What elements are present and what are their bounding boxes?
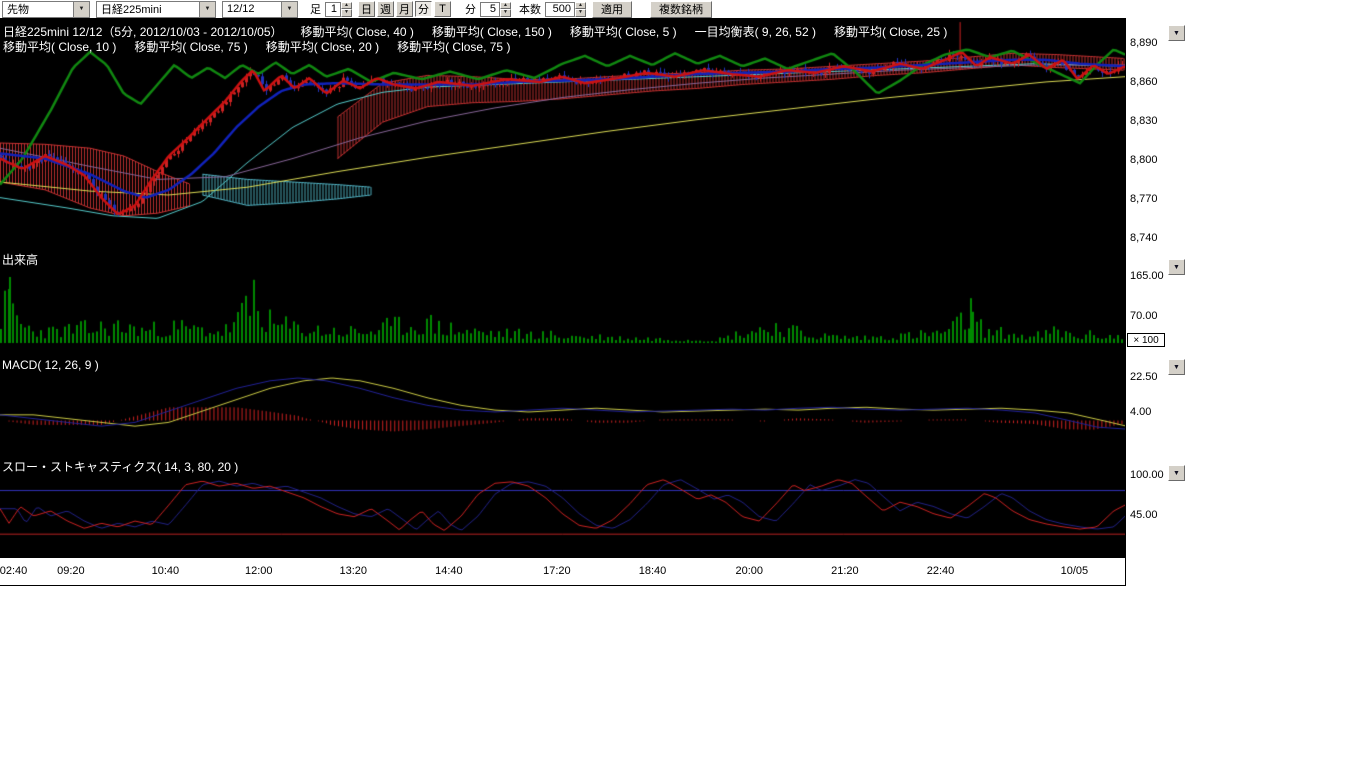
stoch-axis-label: 45.00: [1130, 509, 1158, 521]
time-label: 17:20: [543, 565, 571, 577]
minutes-label: 分: [465, 1, 476, 17]
spinner-icon[interactable]: ▲▼: [500, 2, 511, 17]
time-label: 12:00: [245, 565, 273, 577]
panel-menu-dropdown-button[interactable]: ▼: [1168, 359, 1185, 375]
time-label: 09:20: [57, 565, 85, 577]
value-axis-column: × 100 8,890 8,860 8,830 8,800 8,770 8,740 165.…: [1126, 18, 1188, 586]
volume-panel-title: 出来高: [2, 251, 38, 268]
time-label: 18:40: [639, 565, 667, 577]
price-chart-canvas[interactable]: [0, 18, 1125, 558]
dropdown-arrow-icon[interactable]: ▼: [73, 2, 89, 17]
indicator-label: 移動平均( Close, 75 ): [134, 40, 247, 54]
stoch-panel-title: スロー・ストキャスティクス( 14, 3, 80, 20 ): [2, 458, 238, 475]
spinner-icon[interactable]: ▲▼: [341, 2, 352, 17]
time-label: 14:40: [435, 565, 463, 577]
dropdown-arrow-icon[interactable]: ▼: [281, 2, 297, 17]
toolbar: 先物 ▼ 日経225mini ▼ 12/12 ▼ 足 1 ▲▼ 日週月分T 分 …: [0, 0, 1366, 18]
macd-panel-title: MACD( 12, 26, 9 ): [2, 358, 99, 372]
date-select[interactable]: 12/12 ▼: [222, 1, 298, 18]
time-label: 20:00: [735, 565, 763, 577]
minutes-stepper[interactable]: 5 ▲▼: [480, 1, 511, 18]
dropdown-arrow-icon[interactable]: ▼: [199, 2, 215, 17]
price-axis-label: 8,860: [1130, 76, 1158, 88]
bars-label: 本数: [519, 1, 541, 17]
chart-panel: 日経225mini 12/12（5分, 2012/10/03 - 2012/10…: [0, 18, 1126, 586]
indicator-label: 移動平均( Close, 40 ): [301, 25, 414, 39]
indicator-label: 一目均衡表( 9, 26, 52 ): [695, 25, 816, 39]
period-button-group: 日週月分T: [358, 1, 453, 17]
period-button-month[interactable]: 月: [396, 1, 413, 17]
time-axis: 02:40 09:20 10:40 12:00 13:20 14:40 17:20 18:40…: [0, 558, 1125, 586]
indicator-label: 移動平均( Close, 25 ): [834, 25, 947, 39]
indicator-label: 移動平均( Close, 5 ): [570, 25, 677, 39]
price-axis-label: 8,800: [1130, 154, 1158, 166]
ashi-label: 足: [310, 1, 321, 17]
indicator-label: 移動平均( Close, 10 ): [3, 40, 116, 54]
indicator-label: 移動平均( Close, 75 ): [397, 40, 510, 54]
symbol-value: 日経225mini: [97, 2, 199, 17]
price-axis-label: 8,890: [1130, 37, 1158, 49]
macd-axis-label: 22.50: [1130, 371, 1158, 383]
bars-stepper[interactable]: 500 ▲▼: [545, 1, 586, 18]
chart-application: 先物 ▼ 日経225mini ▼ 12/12 ▼ 足 1 ▲▼ 日週月分T 分 …: [0, 0, 1366, 768]
price-axis-label: 8,740: [1130, 232, 1158, 244]
instrument-type-value: 先物: [3, 2, 73, 17]
indicator-label: 移動平均( Close, 20 ): [266, 40, 379, 54]
interval-value: 1: [325, 2, 341, 17]
spinner-icon[interactable]: ▲▼: [575, 2, 586, 17]
stoch-axis-label: 100.00: [1130, 469, 1164, 481]
time-label: 10:40: [152, 565, 180, 577]
symbol-select[interactable]: 日経225mini ▼: [96, 1, 216, 18]
instrument-type-select[interactable]: 先物 ▼: [2, 1, 90, 18]
price-axis-label: 8,830: [1130, 115, 1158, 127]
volume-axis-label: 165.00: [1130, 270, 1164, 282]
interval-stepper[interactable]: 1 ▲▼: [325, 1, 352, 18]
period-button-day[interactable]: 日: [358, 1, 375, 17]
time-label: 02:40: [0, 565, 27, 577]
apply-button[interactable]: 適用: [592, 1, 632, 18]
bars-value: 500: [545, 2, 575, 17]
period-button-minute[interactable]: 分: [415, 1, 432, 17]
macd-axis-label: 4.00: [1130, 406, 1151, 418]
time-label: 13:20: [339, 565, 367, 577]
period-button-tick[interactable]: T: [434, 1, 451, 17]
panel-menu-dropdown-button[interactable]: ▼: [1168, 259, 1185, 275]
volume-axis-label: 70.00: [1130, 310, 1158, 322]
time-label: 22:40: [927, 565, 955, 577]
chart-title-line2: 移動平均( Close, 10 ) 移動平均( Close, 75 ) 移動平均( …: [3, 38, 528, 55]
multi-symbol-button[interactable]: 複数銘柄: [650, 1, 712, 18]
price-axis-label: 8,770: [1130, 193, 1158, 205]
volume-multiplier-badge: × 100: [1127, 333, 1165, 347]
time-label: 10/05: [1061, 565, 1089, 577]
indicator-label: 移動平均( Close, 150 ): [432, 25, 552, 39]
panel-menu-dropdown-button[interactable]: ▼: [1168, 465, 1185, 481]
period-button-week[interactable]: 週: [377, 1, 394, 17]
panel-menu-dropdown-button[interactable]: ▼: [1168, 25, 1185, 41]
minutes-value: 5: [480, 2, 500, 17]
indicator-label: 日経225mini 12/12（5分, 2012/10/03 - 2012/10…: [3, 25, 283, 39]
date-value: 12/12: [223, 2, 281, 17]
time-label: 21:20: [831, 565, 859, 577]
